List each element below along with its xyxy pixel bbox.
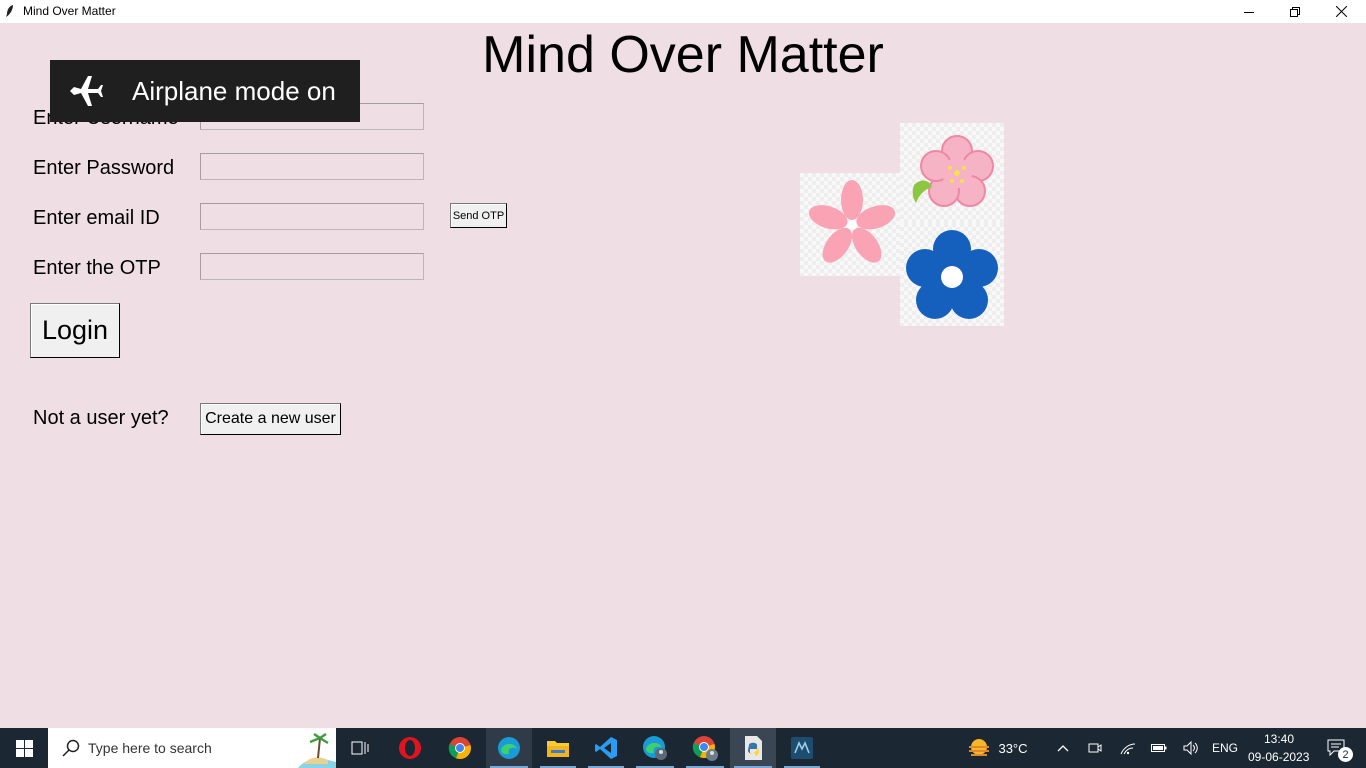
airplane-icon <box>70 76 103 106</box>
pink-flower-icon <box>808 180 896 263</box>
blue-flower-icon <box>906 230 998 319</box>
notification-badge: 2 <box>1338 747 1353 762</box>
taskbar-app-opera[interactable] <box>388 728 432 768</box>
windows-logo-icon <box>15 739 33 757</box>
restore-icon <box>1290 6 1300 17</box>
password-label: Enter Password <box>33 157 175 179</box>
mysql-workbench-icon <box>791 737 813 759</box>
not-user-label: Not a user yet? <box>33 407 169 429</box>
blossom-image <box>900 123 1004 226</box>
restore-button[interactable] <box>1272 0 1318 23</box>
close-icon <box>1335 6 1347 17</box>
taskbar-app-file-explorer[interactable] <box>536 728 580 768</box>
camera-icon <box>1088 743 1102 753</box>
edge-profile-icon <box>643 736 667 760</box>
search-placeholder: Type here to search <box>88 740 212 756</box>
taskbar-app-edge[interactable] <box>486 728 532 768</box>
feather-icon <box>6 5 13 17</box>
clock-date[interactable]: 09-06-2023 <box>1248 750 1309 764</box>
action-center-button[interactable]: 2 <box>1318 728 1358 768</box>
login-button[interactable]: Login <box>30 303 120 358</box>
task-view-button[interactable] <box>340 728 380 768</box>
taskbar-app-python[interactable] <box>730 728 776 768</box>
beach-icon <box>298 732 336 768</box>
email-label: Enter email ID <box>33 207 160 229</box>
window-title: Mind Over Matter <box>23 4 116 18</box>
weather-widget[interactable]: 33°C <box>962 728 1032 768</box>
close-button[interactable] <box>1318 0 1364 23</box>
airplane-mode-toast: Airplane mode on <box>50 60 360 122</box>
create-user-button[interactable]: Create a new user <box>200 403 341 435</box>
edge-icon <box>498 737 520 759</box>
taskbar: Type here to search 33°C ENG 13:40 09-06… <box>0 728 1366 768</box>
minimize-button[interactable] <box>1226 0 1272 23</box>
volume-button[interactable] <box>1180 728 1202 768</box>
taskbar-search[interactable]: Type here to search <box>48 728 336 768</box>
password-field[interactable] <box>200 153 424 180</box>
email-field[interactable] <box>200 203 424 230</box>
task-view-icon <box>351 741 369 755</box>
otp-field[interactable] <box>200 253 424 280</box>
meet-now-button[interactable] <box>1084 728 1106 768</box>
toast-text: Airplane mode on <box>132 76 336 106</box>
chrome-icon <box>448 737 471 760</box>
vscode-icon <box>595 737 617 759</box>
window-titlebar: Mind Over Matter <box>0 0 1366 23</box>
folder-icon <box>547 741 569 757</box>
network-button[interactable] <box>1117 728 1139 768</box>
blossom-icon <box>912 135 994 207</box>
wifi-airplane-icon <box>1120 743 1136 755</box>
taskbar-app-mysql-workbench[interactable] <box>780 728 824 768</box>
taskbar-app-edge-profile[interactable] <box>632 728 678 768</box>
chevron-up-icon <box>1057 745 1069 752</box>
blue-flower-image <box>900 223 1004 326</box>
search-icon <box>62 739 80 757</box>
python-icon <box>745 736 762 760</box>
start-button[interactable] <box>0 728 48 768</box>
taskbar-app-chrome-profile[interactable] <box>682 728 728 768</box>
minimize-icon <box>1244 11 1254 13</box>
battery-button[interactable] <box>1148 728 1170 768</box>
send-otp-button[interactable]: Send OTP <box>450 203 507 228</box>
opera-icon <box>399 737 421 759</box>
taskbar-app-chrome[interactable] <box>438 728 482 768</box>
clock-time[interactable]: 13:40 <box>1264 732 1294 746</box>
otp-label: Enter the OTP <box>33 257 161 279</box>
speaker-icon <box>1183 741 1198 755</box>
pink-flower-image <box>800 173 903 276</box>
sun-haze-icon <box>969 739 990 756</box>
chrome-profile-icon <box>692 736 718 761</box>
language-indicator[interactable]: ENG <box>1212 741 1238 755</box>
battery-icon <box>1151 744 1167 752</box>
weather-temp: 33°C <box>998 740 1028 756</box>
show-hidden-icons-button[interactable] <box>1052 728 1074 768</box>
taskbar-app-vscode[interactable] <box>584 728 628 768</box>
